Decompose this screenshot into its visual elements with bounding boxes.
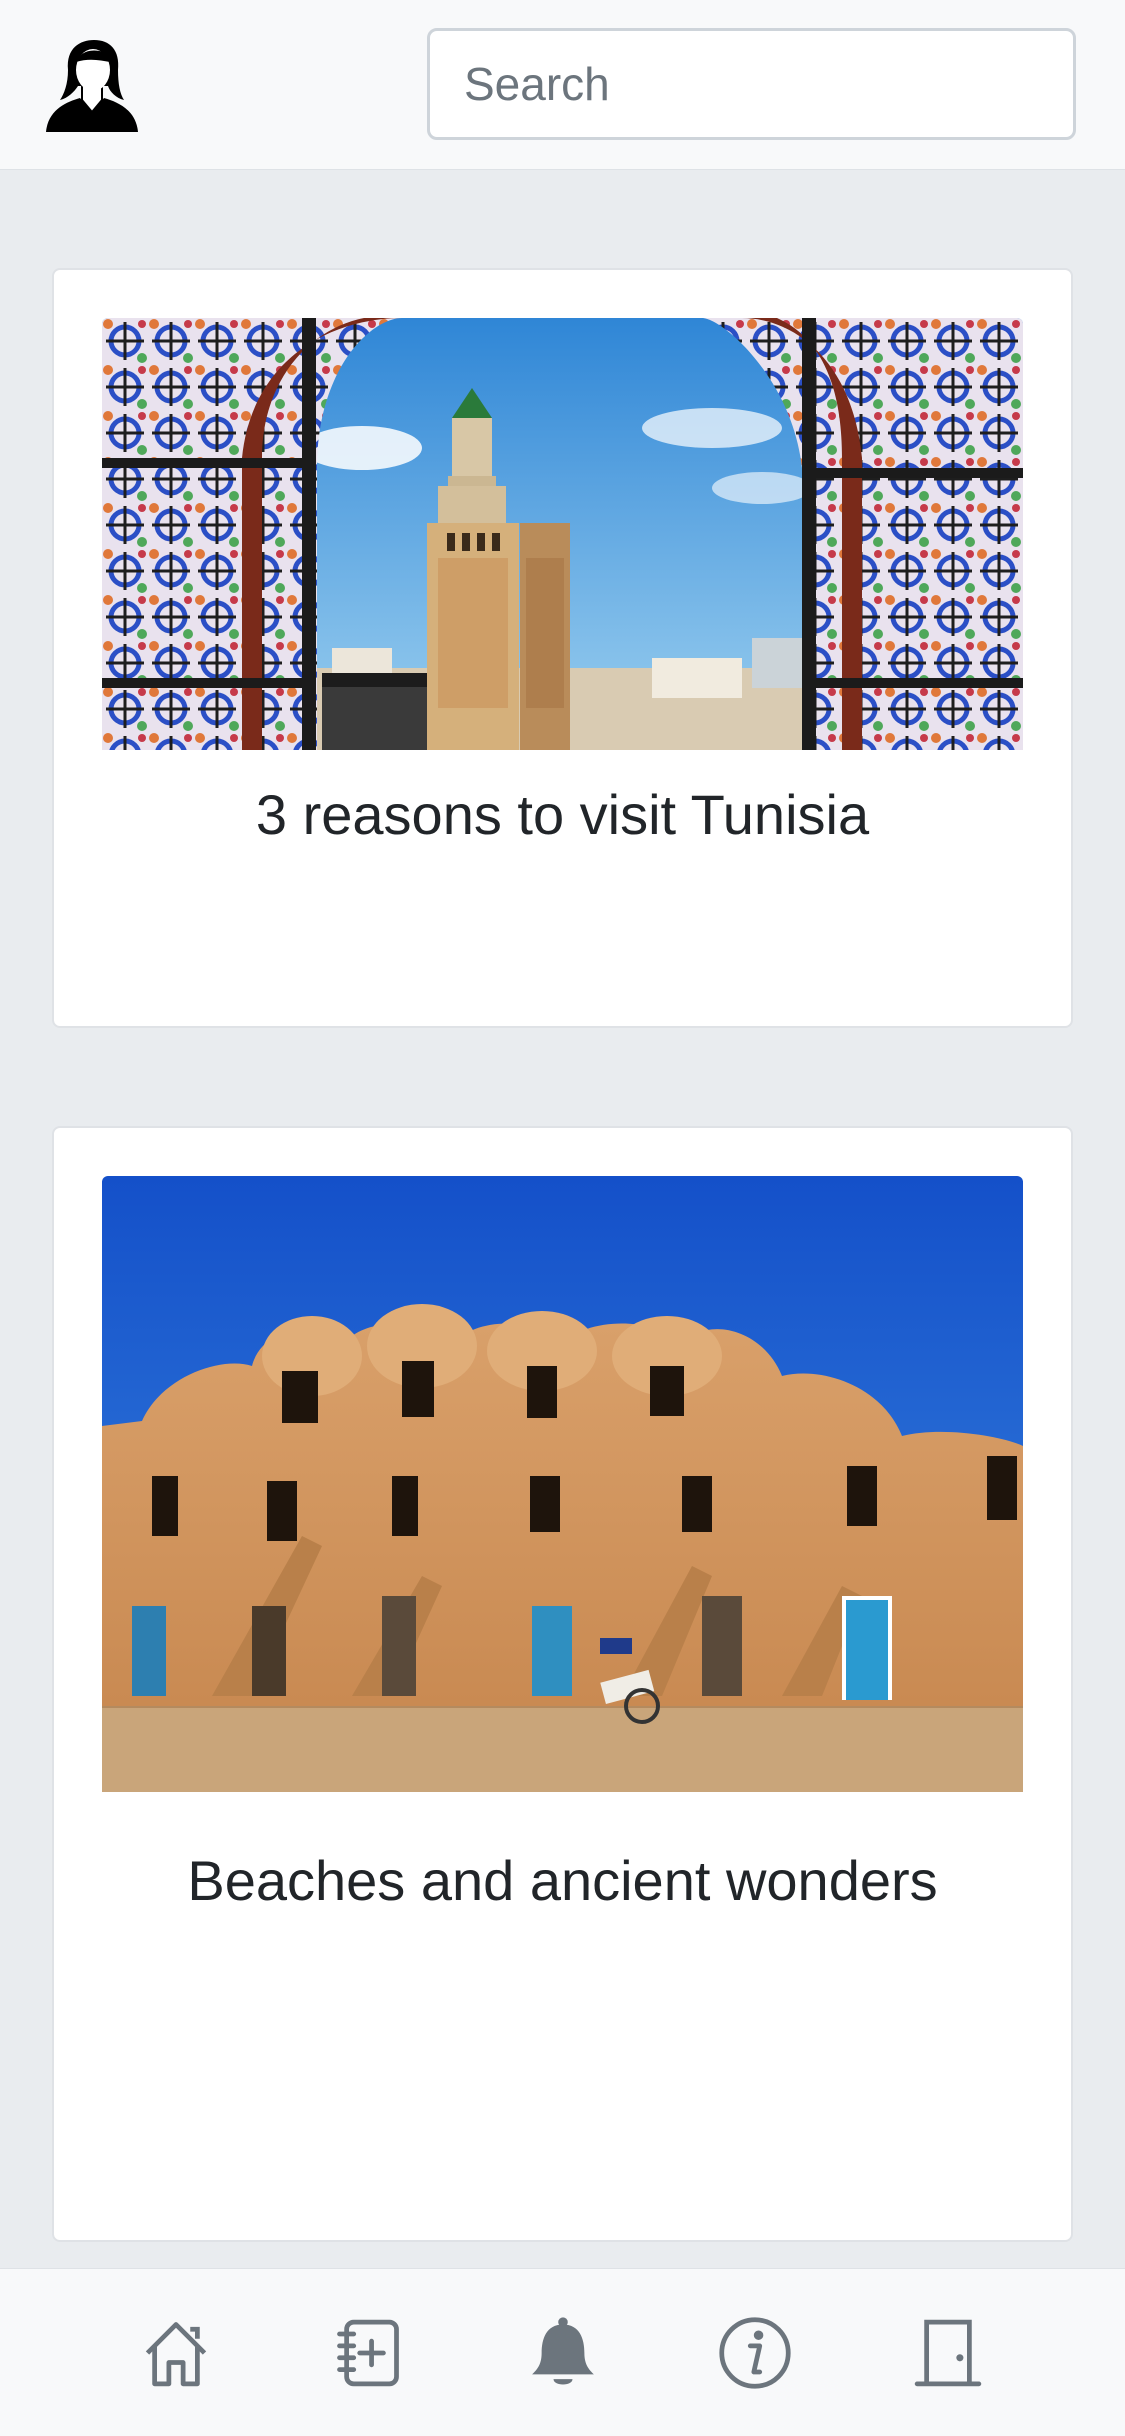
nav-notifications[interactable] xyxy=(523,2313,603,2393)
article-card[interactable]: 3 reasons to visit Tunisia xyxy=(52,268,1073,1028)
ksar-building-photo xyxy=(102,1176,1023,1792)
article-feed: 3 reasons to visit Tunisia Beaches and a… xyxy=(0,170,1125,2268)
card-title[interactable]: 3 reasons to visit Tunisia xyxy=(134,780,991,850)
card-title[interactable]: Beaches and ancient wonders xyxy=(134,1846,991,1916)
top-bar xyxy=(0,0,1125,170)
nav-info[interactable] xyxy=(715,2313,795,2393)
search-input[interactable] xyxy=(427,28,1076,140)
nav-logout[interactable] xyxy=(908,2313,988,2393)
info-icon xyxy=(719,2317,791,2389)
home-icon xyxy=(145,2322,207,2387)
bottom-navigation xyxy=(0,2268,1125,2436)
door-icon xyxy=(914,2319,982,2387)
mosque-minaret-photo xyxy=(102,318,1023,750)
nav-home[interactable] xyxy=(136,2313,216,2393)
article-card[interactable]: Beaches and ancient wonders xyxy=(52,1126,1073,2242)
bell-icon xyxy=(532,2317,594,2385)
nav-add-entry[interactable] xyxy=(328,2313,408,2393)
user-avatar-icon[interactable] xyxy=(44,40,140,132)
add-entry-icon xyxy=(337,2319,399,2387)
